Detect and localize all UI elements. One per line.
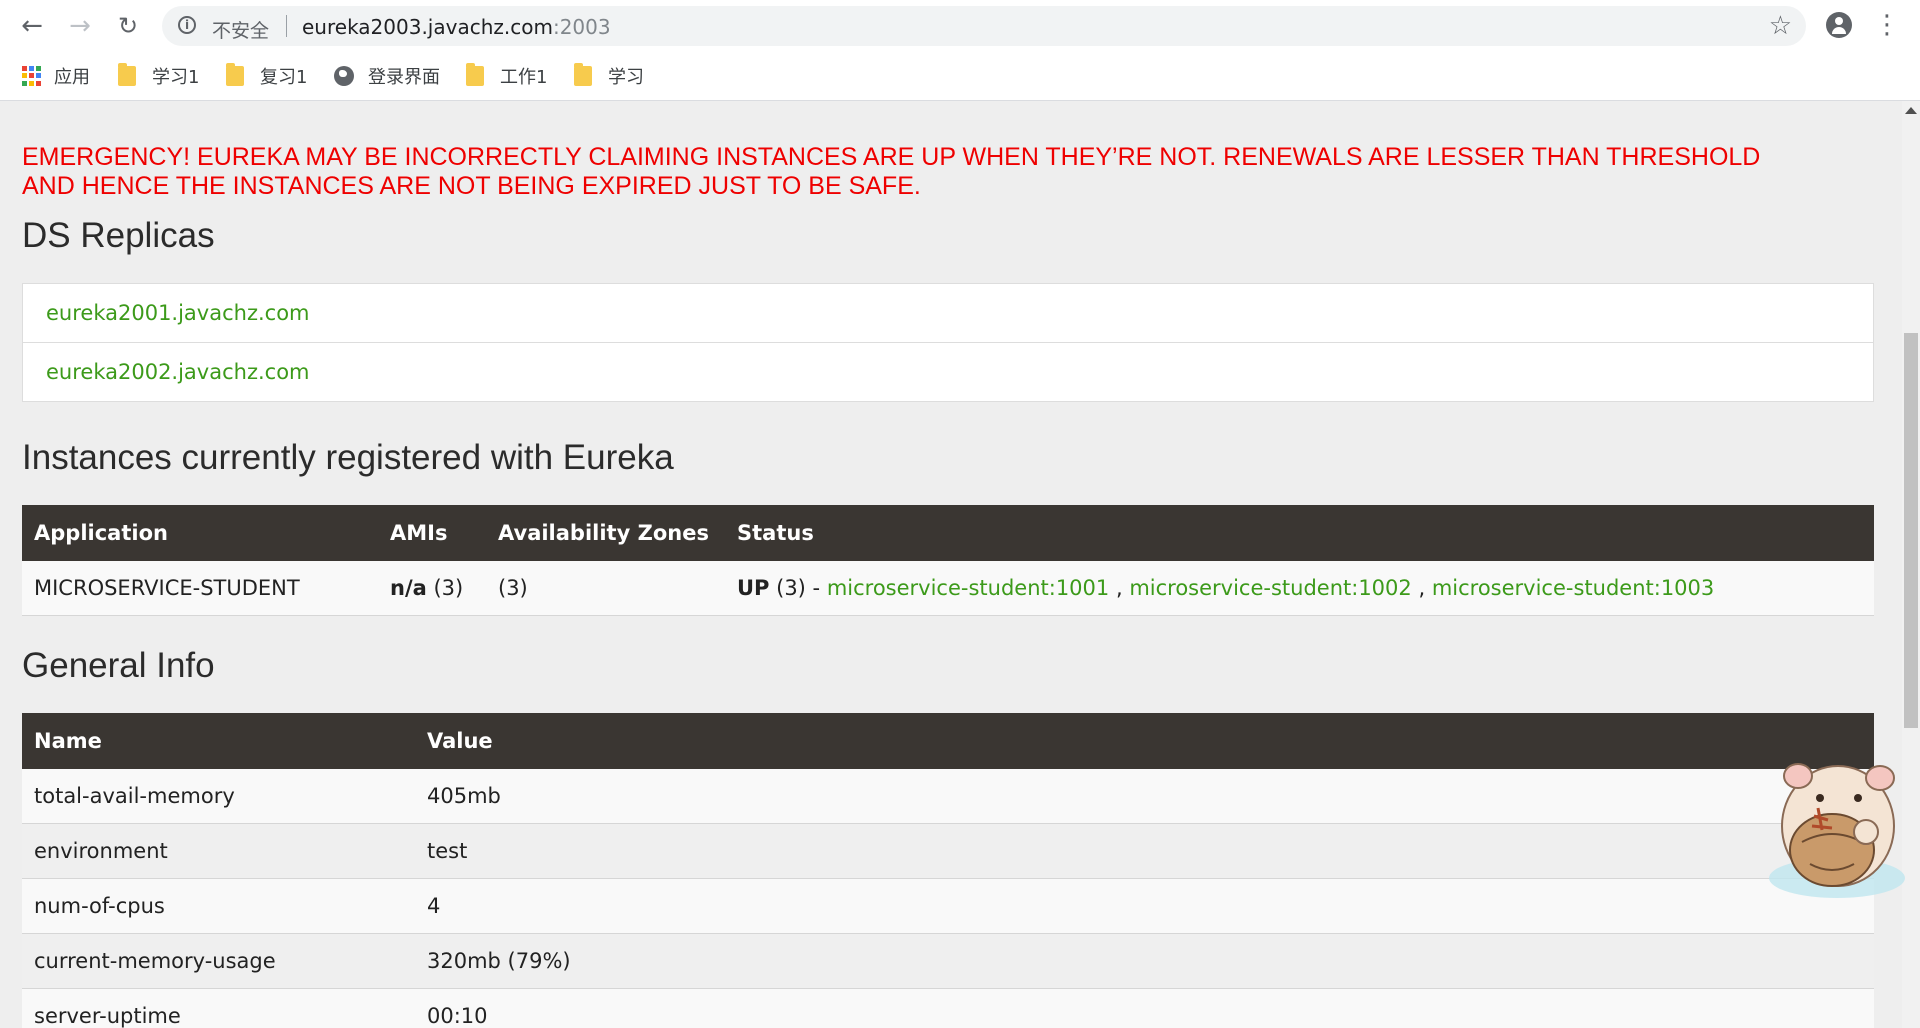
amis-count: (3) bbox=[426, 576, 464, 600]
scroll-up-arrow-icon[interactable] bbox=[1905, 107, 1917, 114]
bookmark-label: 工作1 bbox=[500, 67, 548, 88]
info-name-cell: current-memory-usage bbox=[22, 933, 415, 989]
profile-avatar-icon[interactable] bbox=[1826, 12, 1852, 38]
globe-icon bbox=[334, 66, 354, 86]
info-value-cell: 00:10 bbox=[415, 988, 1874, 1028]
bookmark-folder-2[interactable]: 复习1 bbox=[226, 63, 308, 88]
table-row: environment test bbox=[22, 823, 1874, 879]
info-value-cell: 4 bbox=[415, 878, 1874, 934]
instance-link[interactable]: microservice-student:1003 bbox=[1432, 576, 1714, 600]
general-info-table: Name Value total-avail-memory 405mb envi… bbox=[22, 713, 1874, 1028]
column-header: Application bbox=[22, 505, 378, 561]
url-port: :2003 bbox=[552, 15, 611, 39]
browser-toolbar: ← → ↻ i 不安全 eureka2003.javachz.com:2003 … bbox=[0, 0, 1920, 52]
address-divider bbox=[286, 15, 287, 37]
table-row: num-of-cpus 4 bbox=[22, 878, 1874, 934]
info-icon[interactable]: i bbox=[178, 16, 196, 34]
info-name-cell: server-uptime bbox=[22, 988, 415, 1028]
link-separator: , bbox=[1411, 576, 1432, 600]
table-row: MICROSERVICE-STUDENT n/a (3) (3) UP (3) … bbox=[22, 561, 1874, 616]
bookmark-label: 应用 bbox=[54, 67, 90, 88]
security-label: 不安全 bbox=[212, 20, 270, 42]
folder-icon bbox=[226, 63, 244, 86]
info-name-cell: num-of-cpus bbox=[22, 878, 415, 934]
instance-link[interactable]: microservice-student:1002 bbox=[1129, 576, 1411, 600]
table-row: total-avail-memory 405mb bbox=[22, 769, 1874, 824]
info-value-cell: 320mb (79%) bbox=[415, 933, 1874, 989]
bookmark-star-icon[interactable]: ☆ bbox=[1769, 11, 1792, 41]
folder-icon bbox=[574, 63, 592, 86]
general-info-heading: General Info bbox=[22, 646, 215, 685]
application-cell: MICROSERVICE-STUDENT bbox=[22, 561, 378, 616]
page-content: EMERGENCY! EUREKA MAY BE INCORRECTLY CLA… bbox=[0, 101, 1902, 1028]
bookmark-login-page[interactable]: 登录界面 bbox=[334, 64, 440, 88]
status-value: UP bbox=[737, 576, 770, 600]
more-menu-icon[interactable]: ⋮ bbox=[1874, 10, 1900, 40]
bookmark-label: 登录界面 bbox=[368, 67, 440, 88]
instance-link[interactable]: microservice-student:1001 bbox=[827, 576, 1109, 600]
zones-cell: (3) bbox=[486, 561, 725, 616]
apps-grid-icon bbox=[22, 66, 42, 86]
bookmarks-bar: 应用 学习1 复习1 登录界面 工作1 学习 bbox=[0, 52, 1920, 101]
instances-table: Application AMIs Availability Zones Stat… bbox=[22, 505, 1874, 616]
info-name-cell: environment bbox=[22, 823, 415, 879]
ds-replicas-heading: DS Replicas bbox=[22, 216, 215, 255]
instances-heading: Instances currently registered with Eure… bbox=[22, 438, 674, 477]
url-host: eureka2003.javachz.com bbox=[302, 15, 553, 39]
forward-arrow-icon[interactable]: → bbox=[64, 10, 96, 42]
link-separator: , bbox=[1109, 576, 1130, 600]
bookmark-label: 复习1 bbox=[260, 67, 308, 88]
reload-icon[interactable]: ↻ bbox=[112, 10, 144, 42]
column-header: Name bbox=[22, 713, 415, 769]
bookmark-folder-1[interactable]: 学习1 bbox=[118, 63, 200, 88]
replica-link[interactable]: eureka2002.javachz.com bbox=[22, 342, 1874, 402]
column-header: AMIs bbox=[378, 505, 486, 561]
table-header-row: Name Value bbox=[22, 713, 1874, 769]
bookmark-label: 学习1 bbox=[152, 67, 200, 88]
bookmark-folder-3[interactable]: 工作1 bbox=[466, 63, 548, 88]
bookmark-apps[interactable]: 应用 bbox=[22, 64, 90, 88]
info-value-cell: test bbox=[415, 823, 1874, 879]
table-row: server-uptime 00:10 bbox=[22, 988, 1874, 1028]
info-value-cell: 405mb bbox=[415, 769, 1874, 824]
scrollbar-thumb[interactable] bbox=[1904, 333, 1918, 728]
column-header: Value bbox=[415, 713, 1874, 769]
table-header-row: Application AMIs Availability Zones Stat… bbox=[22, 505, 1874, 561]
back-arrow-icon[interactable]: ← bbox=[16, 10, 48, 42]
bookmark-label: 学习 bbox=[608, 67, 644, 88]
amis-value: n/a bbox=[390, 576, 427, 600]
amis-cell: n/a (3) bbox=[378, 561, 486, 616]
url-text[interactable]: eureka2003.javachz.com:2003 bbox=[302, 15, 611, 39]
folder-icon bbox=[466, 63, 484, 86]
info-name-cell: total-avail-memory bbox=[22, 769, 415, 824]
status-count: (3) - bbox=[769, 576, 827, 600]
hamster-mascot-icon[interactable] bbox=[1762, 746, 1912, 906]
replica-link[interactable]: eureka2001.javachz.com bbox=[22, 283, 1874, 343]
column-header: Availability Zones bbox=[486, 505, 725, 561]
status-cell: UP (3) - microservice-student:1001 , mic… bbox=[725, 561, 1874, 616]
address-bar[interactable]: i 不安全 eureka2003.javachz.com:2003 ☆ bbox=[162, 6, 1806, 46]
folder-icon bbox=[118, 63, 136, 86]
table-row: current-memory-usage 320mb (79%) bbox=[22, 933, 1874, 989]
ds-replicas-list: eureka2001.javachz.com eureka2002.javach… bbox=[22, 283, 1874, 402]
column-header: Status bbox=[725, 505, 1874, 561]
bookmark-folder-4[interactable]: 学习 bbox=[574, 63, 644, 88]
emergency-warning: EMERGENCY! EUREKA MAY BE INCORRECTLY CLA… bbox=[22, 143, 1761, 200]
